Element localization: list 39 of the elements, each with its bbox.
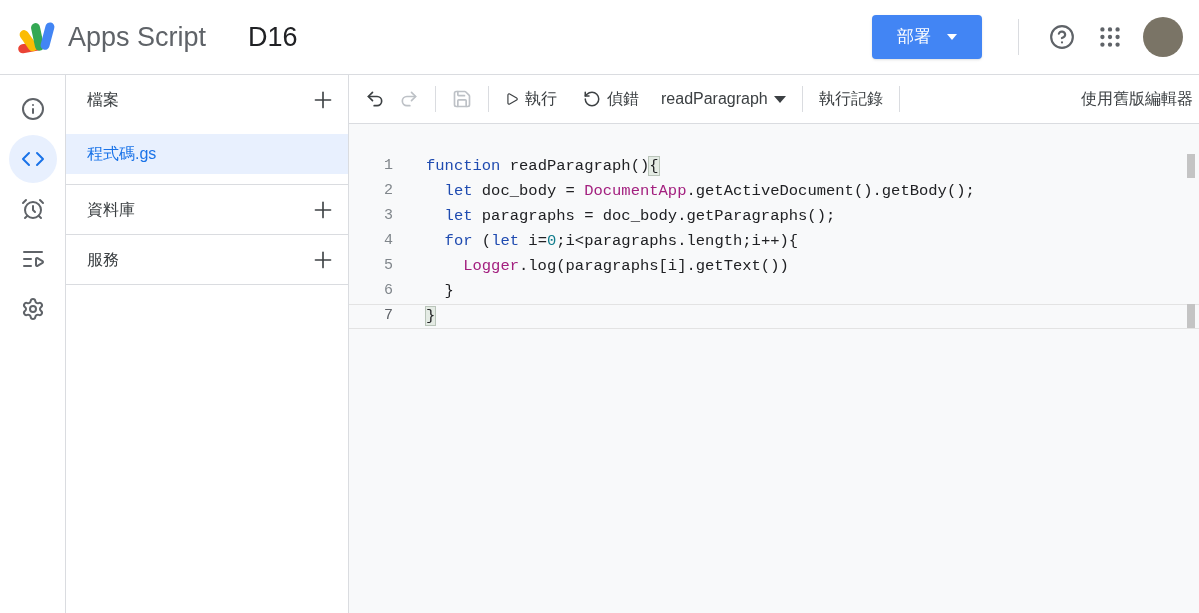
line-number: 2 <box>383 181 393 202</box>
info-icon <box>20 97 45 121</box>
play-icon <box>505 92 519 106</box>
cursor-position-marker <box>1187 304 1195 328</box>
apps-grid-icon[interactable] <box>1097 24 1123 50</box>
code-line: Logger.log(paragraphs[i].getText()) <box>462 255 789 277</box>
line-number: 5 <box>383 256 393 277</box>
line-number: 4 <box>383 231 393 252</box>
scrollbar-thumb[interactable] <box>1187 154 1195 178</box>
code-line: let doc_body = DocumentApp.getActiveDocument().getBody(); <box>443 180 975 202</box>
help-icon[interactable] <box>1049 24 1075 50</box>
debug-button[interactable]: 偵錯 <box>583 87 639 111</box>
section-title: 服務 <box>87 249 119 270</box>
code-line: for (let i=0;i<paragraphs.length;i++){ <box>443 230 799 252</box>
settings-icon <box>20 297 45 321</box>
line-number: 6 <box>383 281 393 302</box>
execution-log-button[interactable]: 執行記錄 <box>818 87 883 111</box>
section-title: 資料庫 <box>87 199 135 220</box>
caret-icon <box>773 95 786 103</box>
debug-icon <box>583 90 601 108</box>
code-nav-item[interactable] <box>8 135 57 183</box>
project-title[interactable]: D16 <box>248 16 298 58</box>
line-number: 7 <box>383 306 393 327</box>
code-line: } <box>443 280 454 302</box>
old-editor-link[interactable]: 使用舊版編輯器 <box>1081 87 1193 111</box>
section-title: 檔案 <box>87 89 119 110</box>
product-name: Apps Script <box>68 20 207 54</box>
triggers-icon <box>20 197 45 221</box>
run-button[interactable]: 執行 <box>505 87 557 111</box>
file-item[interactable]: 程式碼.gs <box>66 134 348 174</box>
line-number: 1 <box>383 156 393 177</box>
code-line: function readParagraph(){ <box>426 155 659 177</box>
line-number: 3 <box>383 206 393 227</box>
avatar[interactable] <box>1143 17 1183 57</box>
code-line: let paragraphs = doc_body.getParagraphs(); <box>443 205 836 227</box>
deploy-button[interactable]: 部署 <box>872 15 982 59</box>
function-dropdown[interactable]: readParagraph <box>661 87 786 111</box>
undo-icon[interactable] <box>365 89 385 109</box>
caret-icon <box>947 34 957 40</box>
